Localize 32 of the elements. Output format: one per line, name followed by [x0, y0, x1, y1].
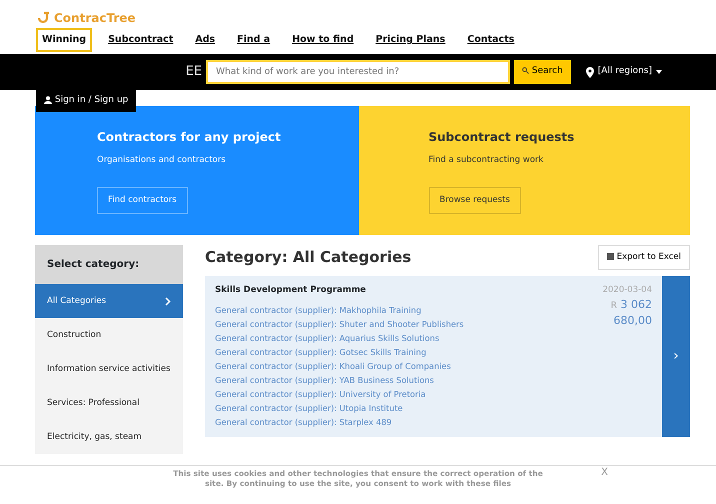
nav-link[interactable]: Ads — [189, 28, 222, 52]
caret-icon — [656, 70, 662, 74]
chevron-icon — [165, 296, 171, 306]
banner-subtitle: Find a subcontracting work — [428, 154, 544, 167]
search-icon — [522, 67, 529, 74]
nav-link[interactable]: Pricing Plans — [370, 28, 452, 52]
sidebar-title: Select category: — [35, 245, 183, 284]
search-field[interactable]: What kind of work are you interested in? — [206, 60, 510, 84]
logo-icon — [36, 11, 50, 25]
banner-subtitle: Organisations and contractors — [97, 154, 227, 167]
search-button[interactable]: Search — [514, 60, 571, 84]
banner-title: Contractors for any project — [97, 129, 282, 146]
banner-title: Subcontract requests — [428, 129, 576, 146]
banner-button[interactable]: Browse requests — [428, 186, 521, 214]
page-title: Category: All Categories — [205, 247, 412, 268]
tender-title: Skills Development Programme — [215, 284, 367, 296]
tender-date: 2020-03-04 — [602, 284, 652, 296]
map-pin-icon — [586, 66, 594, 78]
nav-link[interactable]: Find a — [231, 28, 276, 52]
brand-text: EE — [184, 63, 203, 82]
tender-amount: R 3 062 680,00 — [610, 296, 652, 329]
nav-link[interactable]: Contacts — [461, 28, 520, 52]
sign-in-button[interactable]: Sign in / Sign up — [36, 90, 136, 112]
nav-link[interactable]: Winning — [36, 28, 92, 52]
region-dropdown[interactable]: [All regions] — [584, 64, 663, 80]
user-icon — [44, 96, 52, 104]
nav-link[interactable]: How to find — [286, 28, 360, 52]
nav-link[interactable]: Subcontract — [102, 28, 180, 52]
logo-text: ContracTree — [54, 10, 136, 27]
category-item[interactable]: All Categories — [35, 284, 183, 318]
open-tender-button[interactable]: › — [662, 276, 690, 436]
export-button[interactable]: Export to Excel — [598, 245, 690, 270]
